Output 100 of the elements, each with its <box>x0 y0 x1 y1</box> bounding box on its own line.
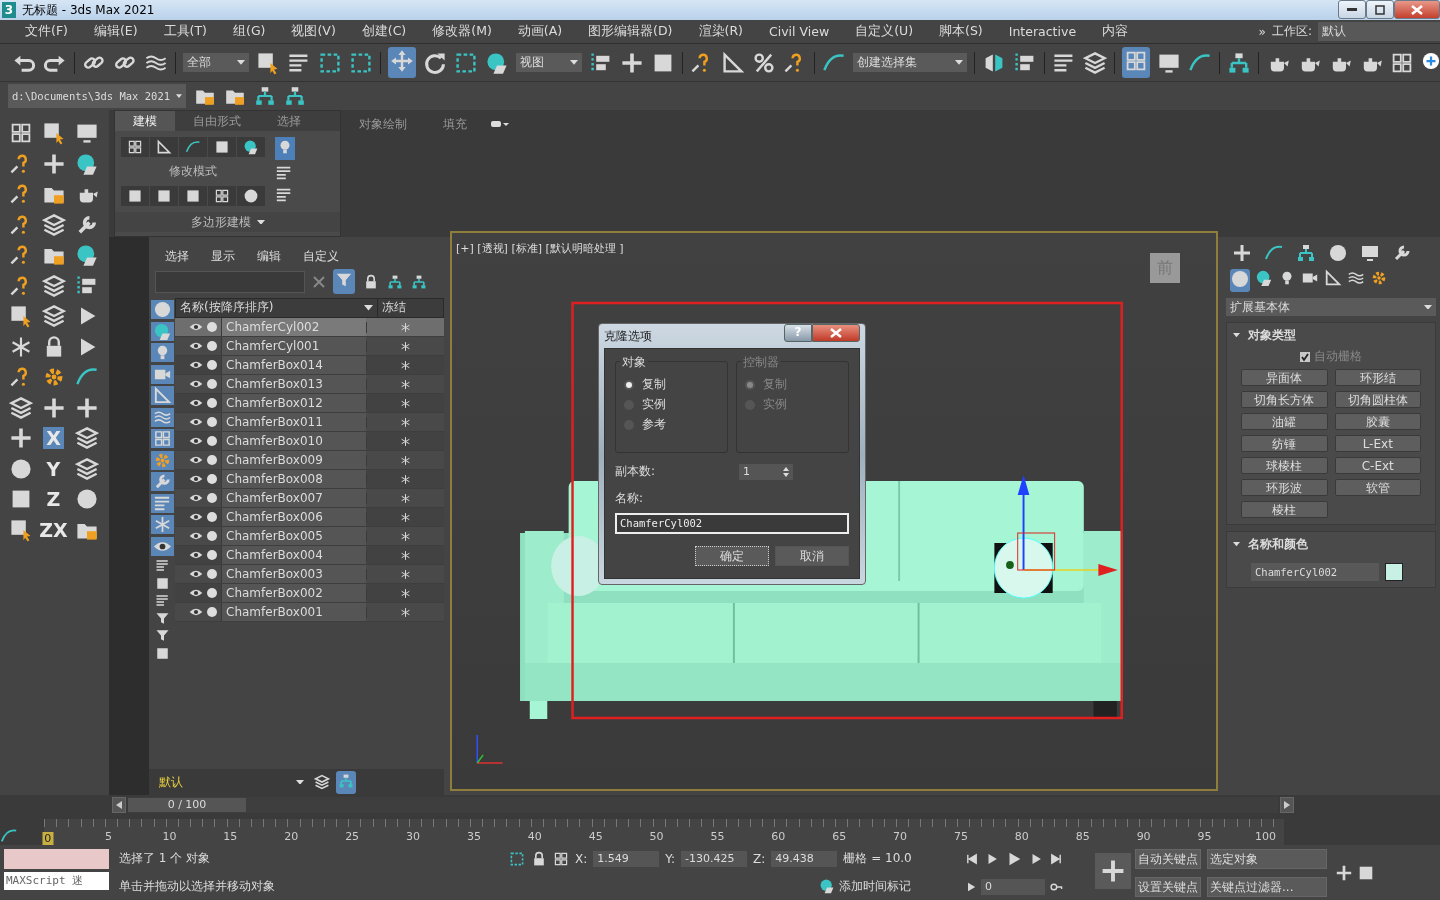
sphere-icon[interactable] <box>74 243 99 268</box>
copies-spinner[interactable]: 1 <box>739 463 793 480</box>
list-icon[interactable] <box>275 164 293 182</box>
ruler-icon[interactable] <box>156 139 172 155</box>
square-icon[interactable] <box>127 188 143 204</box>
axis-constraint-button[interactable]: X <box>43 427 64 450</box>
explorer-menu-item[interactable]: 自定义 <box>303 247 339 265</box>
explorer-row[interactable]: ChamferBox002 <box>175 584 444 603</box>
explorer-row[interactable]: ChamferBox004 <box>175 546 444 565</box>
plus-icon[interactable] <box>41 151 66 176</box>
restore-button[interactable] <box>1366 0 1394 19</box>
skip-end-icon[interactable] <box>1049 852 1063 867</box>
snowflake-icon[interactable] <box>400 435 411 447</box>
square-icon[interactable] <box>154 575 170 591</box>
object-type-button[interactable]: L-Ext <box>1334 435 1421 452</box>
object-type-button[interactable]: 球棱柱 <box>1241 457 1328 474</box>
checkbox[interactable] <box>1300 351 1310 362</box>
wrench-icon[interactable] <box>1392 243 1412 263</box>
layers-icon[interactable] <box>314 774 330 790</box>
radio-label[interactable]: 参考 <box>642 416 666 433</box>
snowflake-icon[interactable] <box>400 378 411 390</box>
clear-icon[interactable] <box>313 275 325 288</box>
menu-item[interactable]: Interactive <box>995 24 1090 39</box>
radio-button[interactable] <box>624 379 634 390</box>
menu-item[interactable]: 组(G) <box>220 23 279 40</box>
reference-coordinate-dropdown[interactable]: 视图 <box>516 53 582 72</box>
menu-item[interactable]: Civil View <box>755 24 843 39</box>
axis-constraint-button[interactable]: Y <box>43 457 64 480</box>
key-filters-button[interactable]: 关键点过滤器... <box>1207 877 1327 897</box>
menu-item[interactable]: 视图(V) <box>278 23 349 40</box>
layers-icon[interactable] <box>74 426 99 451</box>
dashed-square-icon[interactable] <box>349 50 373 75</box>
menu-item[interactable]: 内容 <box>1089 23 1142 40</box>
auto-key-button[interactable]: 自动关键点 <box>1135 849 1201 869</box>
snowflake-icon[interactable] <box>400 321 411 333</box>
close-button[interactable] <box>812 324 860 342</box>
restore-icon[interactable] <box>1375 4 1385 15</box>
explorer-row[interactable]: ChamferBox008 <box>175 470 444 489</box>
waves-icon[interactable] <box>1347 269 1365 287</box>
sphere-icon[interactable] <box>152 321 172 341</box>
snowflake-icon[interactable] <box>400 473 411 485</box>
dashed-square-icon[interactable] <box>509 850 525 867</box>
color-swatch[interactable] <box>1385 563 1403 581</box>
sphere-icon[interactable] <box>1328 243 1348 263</box>
grid-icon[interactable] <box>553 850 569 867</box>
sphere-icon[interactable] <box>485 50 509 75</box>
cursor-icon[interactable] <box>8 517 33 542</box>
rotate-icon[interactable] <box>423 50 447 75</box>
cursor-icon[interactable] <box>41 121 66 146</box>
curve-icon[interactable] <box>0 827 18 845</box>
radio-label[interactable]: 实例 <box>642 396 666 413</box>
snowflake-icon[interactable] <box>400 511 411 523</box>
viewport-label[interactable]: [+] [透视] [标准] [默认明暗处理 ] <box>456 241 624 256</box>
menu-item[interactable]: 文件(F) <box>12 23 81 40</box>
move-icon[interactable] <box>390 49 414 73</box>
hierarchy-icon[interactable] <box>254 85 276 107</box>
set-key-button[interactable]: 设置关键点 <box>1135 877 1201 897</box>
hierarchy-icon[interactable] <box>411 273 427 290</box>
explorer-menu-item[interactable]: 编辑 <box>257 247 281 265</box>
minimize-icon[interactable] <box>1347 7 1357 12</box>
menu-item[interactable]: 动画(A) <box>504 23 576 40</box>
name-input[interactable]: ChamferCyl002 <box>615 513 849 534</box>
project-path-dropdown[interactable]: d:\Documents\3ds Max 2021 <box>8 84 186 108</box>
caret-icon[interactable] <box>364 305 373 311</box>
monitor-icon[interactable] <box>1360 243 1380 263</box>
explorer-row[interactable]: ChamferCyl002 <box>175 318 444 337</box>
rollout-title[interactable]: 名称和颜色 <box>1248 536 1308 553</box>
sphere-icon[interactable] <box>74 151 99 176</box>
hierarchy-icon[interactable] <box>1227 50 1251 75</box>
selection-filter-dropdown[interactable]: 全部 <box>183 53 249 72</box>
object-type-button[interactable]: 环形结 <box>1334 369 1421 386</box>
object-type-button[interactable]: 胶囊 <box>1334 413 1421 430</box>
left-arrow-icon[interactable] <box>116 801 122 809</box>
maxscript-field[interactable]: MAXScript 迷 <box>4 872 109 890</box>
explorer-row[interactable]: ChamferBox011 <box>175 413 444 432</box>
layers-icon[interactable] <box>41 304 66 329</box>
explorer-menu-item[interactable]: 选择 <box>165 247 189 265</box>
plus-icon[interactable] <box>1335 863 1353 882</box>
play-icon[interactable] <box>965 880 977 893</box>
previous-frame-button[interactable] <box>112 797 126 813</box>
radio-label[interactable]: 复制 <box>642 376 666 393</box>
ribbon-tab[interactable]: 对象绘制 <box>341 114 425 135</box>
explorer-menu-item[interactable]: 显示 <box>211 247 235 265</box>
snowflake-icon[interactable] <box>400 549 411 561</box>
snowflake-icon[interactable] <box>400 606 411 618</box>
explorer-row[interactable]: ChamferBox014 <box>175 356 444 375</box>
add-time-tag-button[interactable]: 添加时间标记 <box>839 877 911 895</box>
menu-item[interactable]: 工具(T) <box>150 23 220 40</box>
sphere-icon[interactable] <box>819 878 835 895</box>
snowflake-icon[interactable] <box>400 568 411 580</box>
snowflake-icon[interactable] <box>400 397 411 409</box>
ribbon-tab[interactable]: 填充 <box>425 114 485 135</box>
category-dropdown[interactable]: 扩展基本体 <box>1226 298 1436 316</box>
menu-item[interactable]: 创建(C) <box>348 23 420 40</box>
list-icon[interactable] <box>154 593 170 608</box>
current-frame-field[interactable]: 0 <box>981 878 1045 895</box>
caret-icon[interactable] <box>1233 333 1240 338</box>
menu-item[interactable]: 编辑(E) <box>80 23 151 40</box>
snowflake-icon[interactable] <box>400 530 411 542</box>
close-button[interactable] <box>1394 0 1440 19</box>
